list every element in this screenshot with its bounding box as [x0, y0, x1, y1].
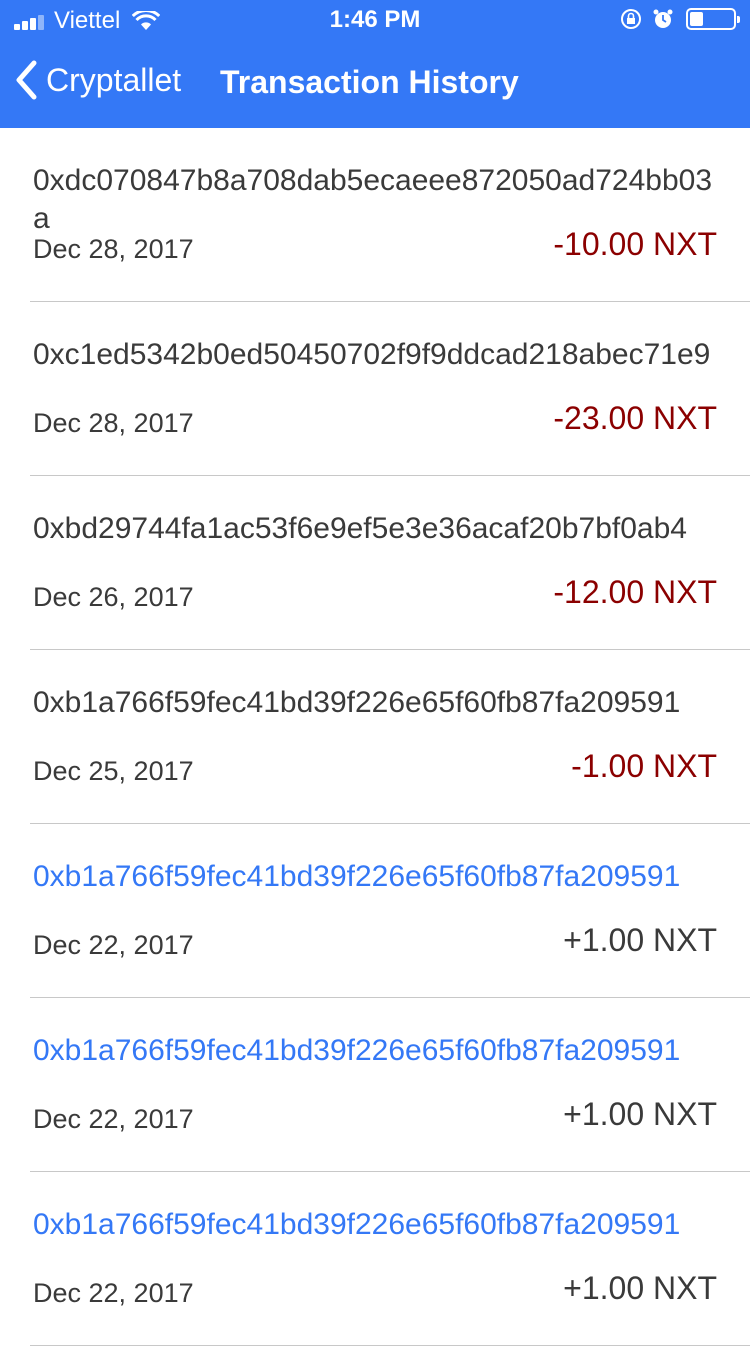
orientation-lock-icon: [621, 9, 641, 29]
chevron-left-icon: [16, 60, 37, 100]
status-bar: Viettel 1:46 PM: [0, 0, 750, 40]
transaction-amount: +1.00 NXT: [563, 1096, 717, 1132]
transaction-date: Dec 25, 2017: [33, 756, 194, 786]
transaction-amount: -23.00 NXT: [553, 400, 717, 436]
transaction-amount: +1.00 NXT: [563, 922, 717, 958]
transaction-date: Dec 28, 2017: [33, 234, 194, 264]
transaction-date: Dec 26, 2017: [33, 582, 194, 612]
battery-icon: [686, 8, 740, 30]
transaction-date: Dec 22, 2017: [33, 1278, 194, 1308]
transaction-amount: -12.00 NXT: [553, 574, 717, 610]
transaction-row[interactable]: 0xdc070847b8a708dab5ecaeee872050ad724bb0…: [30, 128, 750, 302]
back-button[interactable]: Cryptallet: [14, 60, 181, 100]
transaction-amount: -1.00 NXT: [571, 748, 717, 784]
transaction-row[interactable]: 0xb1a766f59fec41bd39f226e65f60fb87fa2095…: [30, 824, 750, 998]
navigation-bar: Cryptallet Transaction History: [0, 40, 750, 128]
transaction-hash[interactable]: 0xb1a766f59fec41bd39f226e65f60fb87fa2095…: [33, 1032, 723, 1070]
transaction-date: Dec 22, 2017: [33, 930, 194, 960]
transaction-hash: 0xbd29744fa1ac53f6e9ef5e3e36acaf20b7bf0a…: [33, 512, 687, 545]
transaction-hash: 0xc1ed5342b0ed50450702f9f9ddcad218abec71…: [33, 338, 711, 371]
transaction-hash[interactable]: 0xb1a766f59fec41bd39f226e65f60fb87fa2095…: [33, 1206, 723, 1244]
transaction-amount: +1.00 NXT: [563, 1270, 717, 1306]
transaction-row[interactable]: 0xb1a766f59fec41bd39f226e65f60fb87fa2095…: [30, 650, 750, 824]
alarm-icon: [653, 9, 673, 28]
page-title: Transaction History: [220, 64, 519, 100]
transaction-row[interactable]: 0xb1a766f59fec41bd39f226e65f60fb87fa2095…: [30, 998, 750, 1172]
header: Viettel 1:46 PM Cryptallet Transaction H…: [0, 0, 750, 128]
transaction-list: 0xdc070847b8a708dab5ecaeee872050ad724bb0…: [0, 128, 750, 1346]
back-label: Cryptallet: [46, 61, 182, 98]
transaction-hash: 0xb1a766f59fec41bd39f226e65f60fb87fa2095…: [33, 686, 681, 719]
transaction-date: Dec 28, 2017: [33, 408, 194, 438]
transaction-amount: -10.00 NXT: [553, 226, 717, 262]
transaction-date: Dec 22, 2017: [33, 1104, 194, 1134]
transaction-row[interactable]: 0xb1a766f59fec41bd39f226e65f60fb87fa2095…: [30, 1172, 750, 1346]
transaction-row[interactable]: 0xc1ed5342b0ed50450702f9f9ddcad218abec71…: [30, 302, 750, 476]
transaction-hash[interactable]: 0xb1a766f59fec41bd39f226e65f60fb87fa2095…: [33, 858, 723, 896]
transaction-row[interactable]: 0xbd29744fa1ac53f6e9ef5e3e36acaf20b7bf0a…: [30, 476, 750, 650]
